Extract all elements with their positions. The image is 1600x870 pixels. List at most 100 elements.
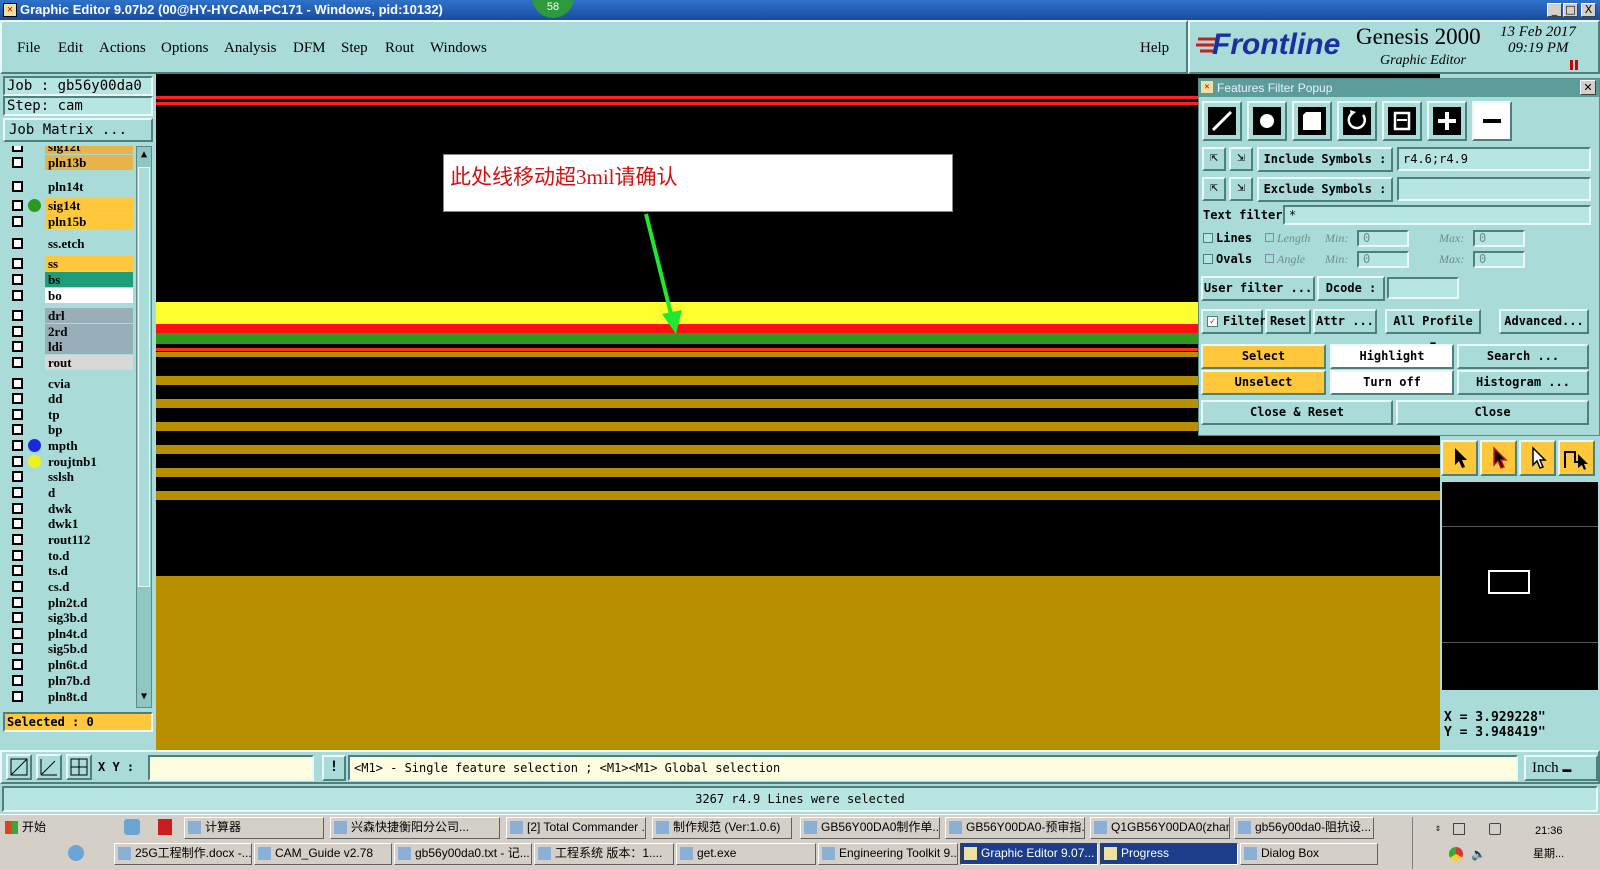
layer-label[interactable]: to.d [45, 548, 133, 563]
layer-row-ss[interactable]: ss [9, 256, 133, 271]
attr-button[interactable]: Attr ... [1313, 309, 1377, 334]
user-filter-button[interactable]: User filter ... [1201, 276, 1315, 301]
scroll-up-icon[interactable]: ▲ [138, 149, 150, 161]
tray-icon[interactable] [1489, 823, 1501, 835]
network-icon[interactable] [1453, 823, 1465, 835]
units-select[interactable]: Inch ▬ [1524, 755, 1598, 781]
layer-row-bp[interactable]: bp [9, 422, 133, 437]
ovals-checkbox[interactable] [1203, 254, 1213, 264]
layer-checkbox[interactable] [12, 393, 23, 404]
volume-icon[interactable]: 🔈 [1471, 847, 1486, 861]
dcode-label[interactable]: Dcode : [1317, 276, 1385, 301]
minimize-button[interactable]: _ [1547, 3, 1562, 17]
layer-checkbox[interactable] [12, 597, 23, 608]
layer-label[interactable]: pln2t.d [45, 595, 133, 610]
layer-label[interactable]: rout [45, 355, 133, 370]
layer-checkbox[interactable] [12, 612, 23, 623]
layer-checkbox[interactable] [12, 238, 23, 249]
include-pick-all-icon[interactable]: ⇲ [1229, 147, 1253, 171]
job-matrix-button[interactable]: Job Matrix ... [3, 118, 153, 142]
layer-checkbox[interactable] [12, 409, 23, 420]
layer-label[interactable]: tp [45, 407, 133, 422]
menu-windows[interactable]: Windows [430, 40, 487, 57]
exclude-pick-icon[interactable]: ⇱ [1202, 177, 1226, 201]
layer-row-to.d[interactable]: to.d [9, 548, 133, 563]
layer-label[interactable]: ldi [45, 339, 133, 354]
taskbar-button[interactable]: 25G工程制作.docx -... [114, 843, 252, 865]
positive-polarity-icon[interactable] [1427, 101, 1467, 141]
length-max-input[interactable]: 0 [1473, 230, 1525, 247]
layer-label[interactable]: dd [45, 391, 133, 406]
route-tool-icon[interactable] [1558, 440, 1595, 476]
layer-row-sig5b.d[interactable]: sig5b.d [9, 641, 133, 656]
layer-checkbox[interactable] [12, 357, 23, 368]
close-popup-button[interactable]: Close [1396, 400, 1589, 425]
advanced-button[interactable]: Advanced... [1499, 309, 1589, 334]
menu-step[interactable]: Step [341, 40, 368, 57]
search-button[interactable]: Search ... [1457, 344, 1589, 369]
layer-checkbox[interactable] [12, 290, 23, 301]
alert-icon[interactable]: ! [322, 755, 346, 781]
layer-label[interactable]: ss.etch [45, 236, 133, 251]
layer-row-dwk[interactable]: dwk [9, 501, 133, 516]
taskbar-button[interactable]: 兴森快捷衡阳分公司... [330, 817, 500, 839]
layer-label[interactable]: ts.d [45, 563, 133, 578]
layer-row-dwk1[interactable]: dwk1 [9, 516, 133, 531]
angle-checkbox[interactable] [1265, 254, 1274, 263]
layer-checkbox[interactable] [12, 675, 23, 686]
layer-checkbox[interactable] [12, 471, 23, 482]
tray-icon[interactable]: ⇕ [1435, 823, 1447, 835]
layer-checkbox[interactable] [12, 691, 23, 702]
filter-checkbox[interactable]: ✓ [1207, 316, 1218, 327]
taskbar-button[interactable]: 制作规范 (Ver:1.0.6) [652, 817, 792, 839]
layer-row-sig12t[interactable]: sig12t [9, 146, 133, 154]
layer-row-d[interactable]: d [9, 485, 133, 500]
length-checkbox[interactable] [1265, 233, 1274, 242]
profile-select[interactable]: All Profile ▬ [1385, 309, 1481, 349]
layer-label[interactable]: sslsh [45, 469, 133, 484]
layer-label[interactable]: drl [45, 308, 133, 323]
overview-viewport[interactable] [1488, 570, 1530, 594]
taskbar-button[interactable]: 计算器 [184, 817, 324, 839]
histogram-button[interactable]: Histogram ... [1457, 370, 1589, 395]
pointer-tool-icon[interactable] [1441, 440, 1478, 476]
layer-checkbox[interactable] [12, 581, 23, 592]
layer-checkbox[interactable] [12, 424, 23, 435]
layer-checkbox[interactable] [12, 643, 23, 654]
layer-row-pln4t.d[interactable]: pln4t.d [9, 626, 133, 641]
layer-label[interactable]: bs [45, 272, 133, 287]
layer-checkbox[interactable] [12, 565, 23, 576]
layer-checkbox[interactable] [12, 216, 23, 227]
turn-off-button[interactable]: Turn off [1330, 370, 1454, 395]
exclude-pick-all-icon[interactable]: ⇲ [1229, 177, 1253, 201]
dcode-input[interactable] [1387, 277, 1459, 299]
layer-row-cs.d[interactable]: cs.d [9, 579, 133, 594]
maximize-button[interactable]: □ [1563, 3, 1578, 17]
layer-checkbox[interactable] [12, 518, 23, 529]
taskbar-button[interactable]: Engineering Toolkit 9.... [818, 843, 958, 865]
menu-file[interactable]: File [17, 40, 40, 57]
menu-rout[interactable]: Rout [385, 40, 414, 57]
layer-label[interactable]: pln4t.d [45, 626, 133, 641]
layer-checkbox[interactable] [12, 534, 23, 545]
layer-row-sig3b.d[interactable]: sig3b.d [9, 610, 133, 625]
layer-label[interactable]: mpth [45, 438, 133, 453]
menu-actions[interactable]: Actions [99, 40, 146, 57]
layer-checkbox[interactable] [12, 440, 23, 451]
taskbar-button[interactable]: gb56y00da0.txt - 记... [394, 843, 532, 865]
layer-checkbox[interactable] [12, 628, 23, 639]
filter-toggle[interactable]: ✓ Filter [1201, 309, 1266, 334]
taskbar-button[interactable]: CAM_Guide v2.78 [254, 843, 392, 865]
taskbar-button[interactable]: 工程系统 版本：1.... [534, 843, 674, 865]
close-button[interactable]: X [1581, 3, 1596, 17]
reset-button[interactable]: Reset [1265, 309, 1311, 334]
menu-help[interactable]: Help [1140, 40, 1169, 57]
taskbar-button[interactable]: GB56Y00DA0-预审指... [945, 817, 1085, 839]
include-pick-icon[interactable]: ⇱ [1202, 147, 1226, 171]
pdf-icon[interactable] [158, 819, 172, 835]
xy-input[interactable] [148, 755, 314, 781]
taskbar-button[interactable]: Progress [1100, 843, 1238, 865]
layer-row-rout[interactable]: rout [9, 355, 133, 370]
include-symbols-input[interactable]: r4.6;r4.9 [1397, 147, 1591, 171]
layer-label[interactable]: rout112 [45, 532, 133, 547]
